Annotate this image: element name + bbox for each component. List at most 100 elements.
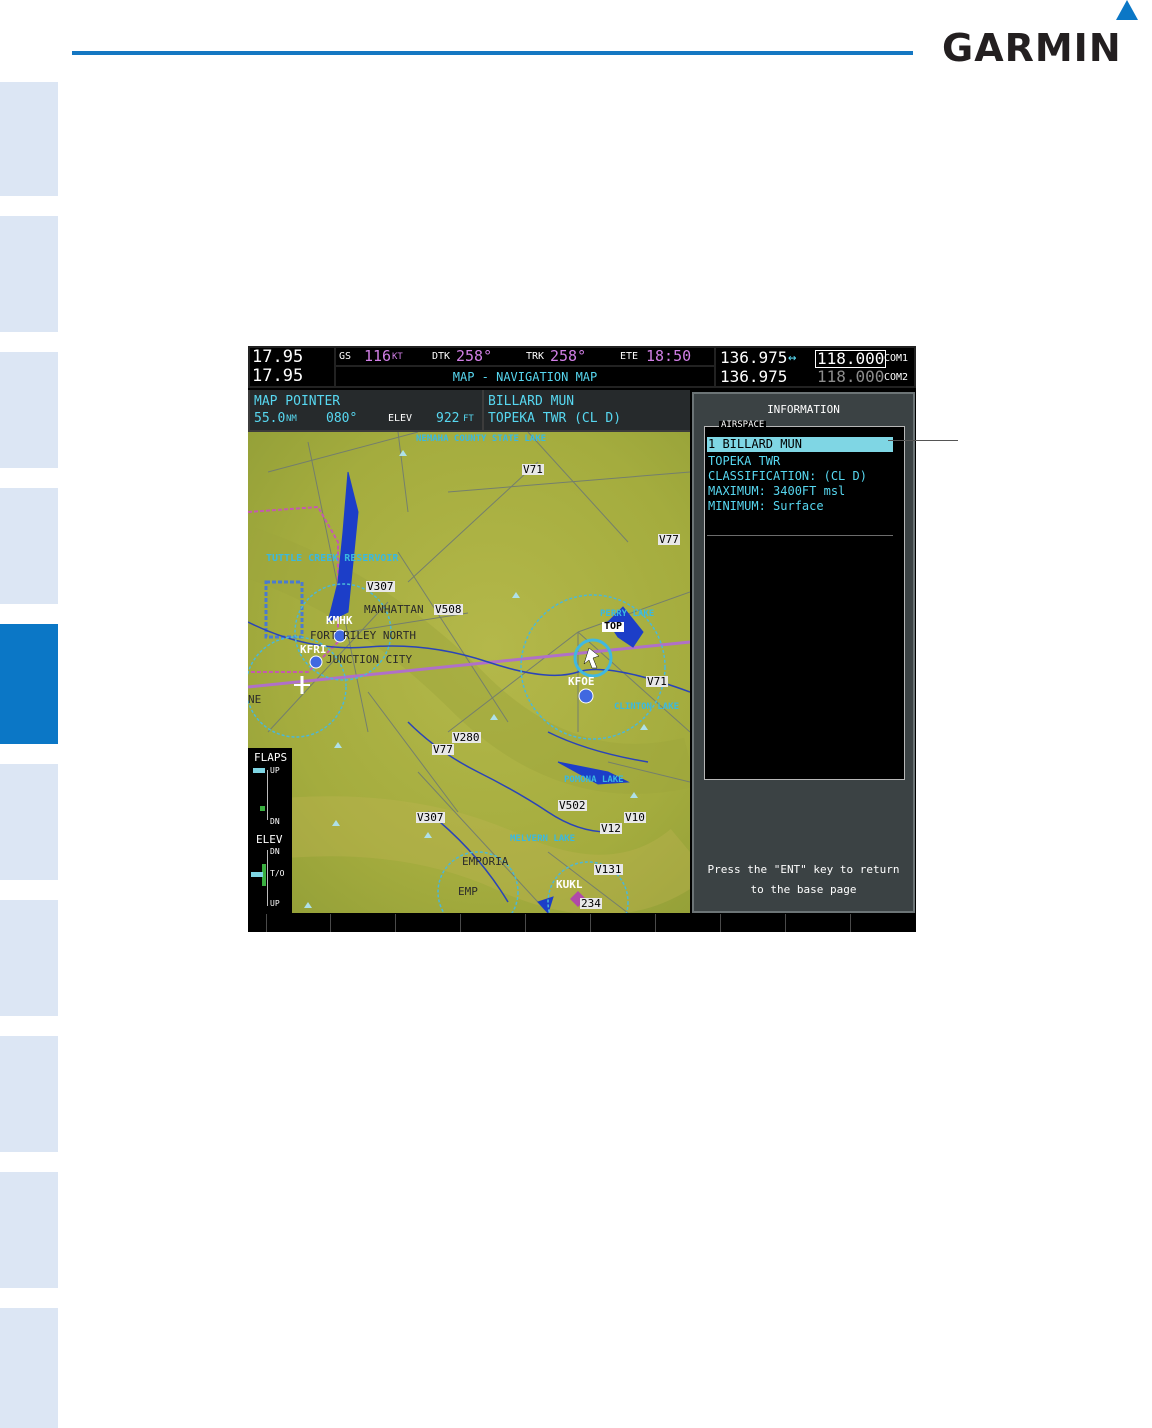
- com2-label: COM2: [884, 372, 909, 383]
- info-title: INFORMATION: [767, 403, 840, 416]
- trk-label: TRK: [526, 351, 545, 362]
- page-title-box: MAP - NAVIGATION MAP: [336, 367, 714, 386]
- map-label-ne: NE: [248, 693, 262, 706]
- airspace-detail: MINIMUM: Surface: [708, 499, 824, 513]
- map-label-kmhk: KMHK: [326, 614, 353, 627]
- map-label-junction: JUNCTION CITY: [326, 653, 413, 666]
- softkey-divider: [525, 914, 526, 932]
- information-window: INFORMATION AIRSPACE 1 BILLARD MUN TOPEK…: [692, 392, 915, 913]
- header-rule: [72, 51, 913, 55]
- section-tab-4[interactable]: [0, 488, 58, 604]
- section-tab-active[interactable]: [0, 624, 58, 744]
- airway-label: 234: [580, 897, 602, 910]
- softkey-divider: [266, 914, 267, 932]
- map-canvas: [248, 432, 690, 913]
- section-tab-2[interactable]: [0, 216, 58, 332]
- map-label-tuttle: TUTTLE CREEK RESERVOIR: [266, 553, 399, 564]
- airway-label: V10: [624, 811, 646, 824]
- gs-unit: KT: [392, 352, 403, 362]
- airway-label: V71: [646, 675, 668, 688]
- airway-label: V502: [558, 799, 587, 812]
- flaps-title: FLAPS: [254, 751, 288, 764]
- map-label-clinton: CLINTON LAKE: [614, 702, 680, 712]
- pointer-elev-unit: FT: [463, 414, 474, 424]
- map-label-emp: EMP: [458, 885, 478, 898]
- com1-active[interactable]: 118.000: [815, 350, 887, 368]
- softkey-divider: [785, 914, 786, 932]
- trk-value: 258°: [550, 347, 587, 365]
- airspace-detail: MAXIMUM: 3400FT msl: [708, 484, 846, 498]
- map-label-kfoe: KFOE: [568, 675, 595, 688]
- pointer-airport: BILLARD MUN: [488, 394, 575, 409]
- com-frequency-box: 136.975 ↔ 118.000 COM1 136.975 118.000 C…: [716, 348, 914, 386]
- status-strip: 17.95 17.95 GS 116 KT DTK 258° TRK 258° …: [248, 346, 916, 388]
- section-tab-8[interactable]: [0, 1036, 58, 1152]
- airspace-list: AIRSPACE 1 BILLARD MUN TOPEKA TWR CLASSI…: [704, 421, 905, 780]
- callout-line: [888, 440, 958, 441]
- navigation-map[interactable]: NEMAHA COUNTY STATE LAKE TUTTLE CREEK RE…: [248, 432, 690, 913]
- pointer-elev-label: ELEV: [388, 413, 413, 424]
- nav-frequency-box: 17.95 17.95: [250, 348, 334, 386]
- section-tab-10[interactable]: [0, 1308, 58, 1428]
- section-tab-3[interactable]: [0, 352, 58, 468]
- softkey-bar: [248, 914, 916, 932]
- section-tab-7[interactable]: [0, 900, 58, 1016]
- pointer-title: MAP POINTER: [254, 394, 341, 409]
- flaps-scale: [267, 770, 268, 820]
- data-bar: GS 116 KT DTK 258° TRK 258° ETE 18:50: [336, 348, 714, 365]
- airspace-detail: CLASSIFICATION: (CL D): [708, 469, 867, 483]
- map-label-manhattan: MANHATTAN: [364, 603, 424, 616]
- com2-standby[interactable]: 136.975: [720, 369, 787, 385]
- airway-label: V280: [452, 731, 481, 744]
- map-label-fort-riley: FORT RILEY NORTH: [310, 629, 416, 642]
- map-label-kukl: KUKL: [556, 878, 583, 891]
- dtk-label: DTK: [432, 351, 451, 362]
- map-label-top: TOP: [602, 621, 625, 632]
- mfd-screen: 17.95 17.95 GS 116 KT DTK 258° TRK 258° …: [248, 346, 916, 932]
- garmin-delta-icon: [1116, 0, 1138, 20]
- map-label-emporia: EMPORIA: [462, 855, 509, 868]
- garmin-logo: GARMIN: [942, 26, 1122, 70]
- section-tab-6[interactable]: [0, 764, 58, 880]
- pointer-elev-value: 922: [436, 411, 460, 426]
- page-title: MAP - NAVIGATION MAP: [452, 370, 598, 384]
- softkey-divider: [590, 914, 591, 932]
- map-label-nemaha: NEMAHA COUNTY STATE LAKE: [416, 434, 547, 444]
- elev-scale: [267, 850, 268, 906]
- selected-airspace[interactable]: 1 BILLARD MUN: [708, 438, 802, 450]
- elev-to-label: T/O: [270, 869, 285, 878]
- info-hint-line2: to the base page: [750, 883, 857, 896]
- elev-up-label: UP: [270, 899, 280, 908]
- pointer-bearing: 080°: [326, 411, 358, 426]
- section-tab-1[interactable]: [0, 82, 58, 196]
- flaps-trim-indicator: FLAPS UP DN ELEV DN T/O UP: [248, 748, 292, 914]
- com2-active[interactable]: 118.000: [817, 369, 884, 385]
- flaps-up-label: UP: [270, 766, 280, 775]
- ete-label: ETE: [620, 351, 639, 362]
- nav1-frequency[interactable]: 17.95: [252, 349, 303, 366]
- nav2-frequency[interactable]: 17.95: [252, 368, 303, 385]
- pointer-airspace: TOPEKA TWR (CL D): [488, 411, 622, 426]
- com1-label: COM1: [884, 353, 909, 364]
- airspace-detail: TOPEKA TWR: [708, 454, 781, 468]
- elev-pointer: [251, 872, 263, 877]
- map-pointer-bar: MAP POINTER 55.0 NM 080° ELEV 922 FT BIL…: [248, 390, 690, 432]
- softkey-divider: [850, 914, 851, 932]
- flaps-tick: [260, 806, 265, 811]
- pointer-right-box: BILLARD MUN TOPEKA TWR (CL D): [484, 390, 690, 430]
- dtk-value: 258°: [456, 347, 493, 365]
- softkey-divider: [720, 914, 721, 932]
- swap-icon[interactable]: ↔: [788, 351, 796, 365]
- airway-label: V77: [658, 533, 680, 546]
- section-tab-9[interactable]: [0, 1172, 58, 1288]
- com1-standby[interactable]: 136.975: [720, 350, 787, 366]
- airway-label: V77: [432, 743, 454, 756]
- section-tabs: [0, 82, 58, 1428]
- airway-label: V307: [416, 811, 445, 824]
- map-label-pomona: POMONA LAKE: [564, 775, 624, 785]
- softkey-divider: [460, 914, 461, 932]
- gs-label: GS: [339, 351, 352, 362]
- pointer-left-box: MAP POINTER 55.0 NM 080° ELEV 922 FT: [250, 390, 482, 430]
- list-divider: [707, 535, 893, 536]
- softkey-divider: [330, 914, 331, 932]
